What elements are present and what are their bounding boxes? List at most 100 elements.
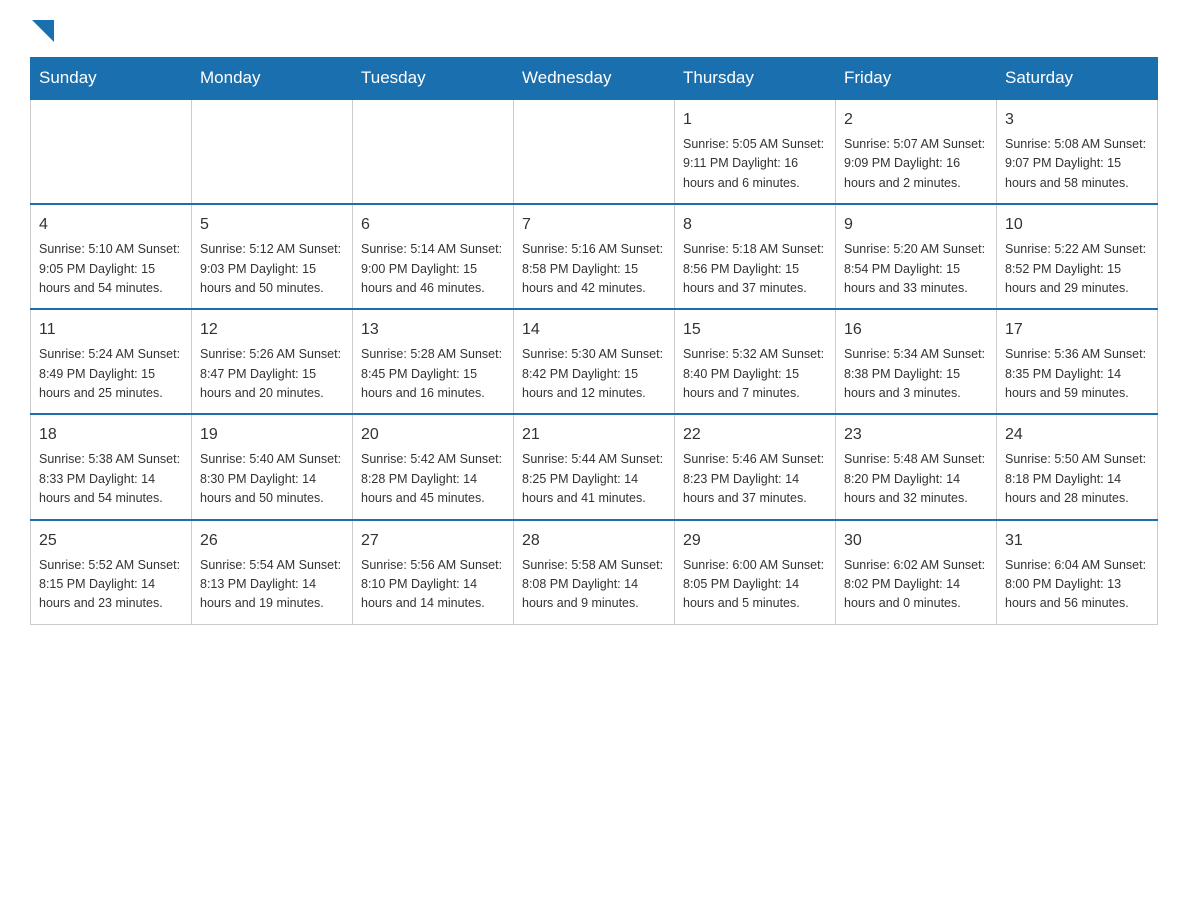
calendar-cell: 22 Sunrise: 5:46 AM Sunset: 8:23 PM Dayli… (675, 414, 836, 519)
day-info: Sunrise: 5:32 AM Sunset: 8:40 PM Dayligh… (683, 345, 827, 403)
day-number: 27 (361, 529, 505, 553)
column-header-thursday: Thursday (675, 58, 836, 100)
day-info: Sunrise: 5:44 AM Sunset: 8:25 PM Dayligh… (522, 450, 666, 508)
day-number: 7 (522, 213, 666, 237)
calendar-cell (353, 99, 514, 204)
day-number: 2 (844, 108, 988, 132)
calendar-cell: 8 Sunrise: 5:18 AM Sunset: 8:56 PM Daylig… (675, 204, 836, 309)
calendar-cell: 23Sunrise: 5:48 AM Sunset: 8:20 PM Dayli… (836, 414, 997, 519)
day-number: 3 (1005, 108, 1149, 132)
calendar-cell: 6Sunrise: 5:14 AM Sunset: 9:00 PM Daylig… (353, 204, 514, 309)
calendar-cell: 10 Sunrise: 5:22 AM Sunset: 8:52 PM Dayli… (997, 204, 1158, 309)
day-number: 1 (683, 108, 827, 132)
day-number: 28 (522, 529, 666, 553)
day-info: Sunrise: 5:50 AM Sunset: 8:18 PM Dayligh… (1005, 450, 1149, 508)
calendar-cell (192, 99, 353, 204)
day-info: Sunrise: 5:05 AM Sunset: 9:11 PM Dayligh… (683, 135, 827, 193)
calendar-cell (31, 99, 192, 204)
calendar-cell: 21 Sunrise: 5:44 AM Sunset: 8:25 PM Dayli… (514, 414, 675, 519)
day-info: Sunrise: 5:24 AM Sunset: 8:49 PM Dayligh… (39, 345, 183, 403)
day-info: Sunrise: 5:58 AM Sunset: 8:08 PM Dayligh… (522, 556, 666, 614)
calendar-cell: 29 Sunrise: 6:00 AM Sunset: 8:05 PM Dayli… (675, 520, 836, 625)
column-header-friday: Friday (836, 58, 997, 100)
day-info: Sunrise: 5:20 AM Sunset: 8:54 PM Dayligh… (844, 240, 988, 298)
calendar-cell: 26 Sunrise: 5:54 AM Sunset: 8:13 PM Dayli… (192, 520, 353, 625)
calendar-week-row: 4 Sunrise: 5:10 AM Sunset: 9:05 PM Daylig… (31, 204, 1158, 309)
day-number: 5 (200, 213, 344, 237)
day-info: Sunrise: 5:18 AM Sunset: 8:56 PM Dayligh… (683, 240, 827, 298)
column-header-wednesday: Wednesday (514, 58, 675, 100)
calendar-week-row: 1 Sunrise: 5:05 AM Sunset: 9:11 PM Daylig… (31, 99, 1158, 204)
day-number: 4 (39, 213, 183, 237)
calendar-cell: 27 Sunrise: 5:56 AM Sunset: 8:10 PM Dayli… (353, 520, 514, 625)
day-info: Sunrise: 6:04 AM Sunset: 8:00 PM Dayligh… (1005, 556, 1149, 614)
column-header-saturday: Saturday (997, 58, 1158, 100)
day-number: 18 (39, 423, 183, 447)
calendar-week-row: 11 Sunrise: 5:24 AM Sunset: 8:49 PM Dayli… (31, 309, 1158, 414)
day-info: Sunrise: 5:14 AM Sunset: 9:00 PM Dayligh… (361, 240, 505, 298)
day-info: Sunrise: 5:34 AM Sunset: 8:38 PM Dayligh… (844, 345, 988, 403)
day-number: 29 (683, 529, 827, 553)
day-info: Sunrise: 5:52 AM Sunset: 8:15 PM Dayligh… (39, 556, 183, 614)
day-number: 11 (39, 318, 183, 342)
calendar-cell: 2 Sunrise: 5:07 AM Sunset: 9:09 PM Daylig… (836, 99, 997, 204)
calendar-cell: 14 Sunrise: 5:30 AM Sunset: 8:42 PM Dayli… (514, 309, 675, 414)
calendar-cell: 7 Sunrise: 5:16 AM Sunset: 8:58 PM Daylig… (514, 204, 675, 309)
calendar-cell (514, 99, 675, 204)
day-info: Sunrise: 5:16 AM Sunset: 8:58 PM Dayligh… (522, 240, 666, 298)
calendar-cell: 13 Sunrise: 5:28 AM Sunset: 8:45 PM Dayli… (353, 309, 514, 414)
calendar-cell: 9 Sunrise: 5:20 AM Sunset: 8:54 PM Daylig… (836, 204, 997, 309)
logo-triangle-icon (32, 20, 54, 42)
calendar-cell: 24 Sunrise: 5:50 AM Sunset: 8:18 PM Dayli… (997, 414, 1158, 519)
day-number: 25 (39, 529, 183, 553)
calendar-cell: 5Sunrise: 5:12 AM Sunset: 9:03 PM Daylig… (192, 204, 353, 309)
day-number: 24 (1005, 423, 1149, 447)
day-number: 20 (361, 423, 505, 447)
day-number: 10 (1005, 213, 1149, 237)
column-header-sunday: Sunday (31, 58, 192, 100)
calendar-cell: 12Sunrise: 5:26 AM Sunset: 8:47 PM Dayli… (192, 309, 353, 414)
calendar-cell: 1 Sunrise: 5:05 AM Sunset: 9:11 PM Daylig… (675, 99, 836, 204)
calendar-table: SundayMondayTuesdayWednesdayThursdayFrid… (30, 57, 1158, 625)
calendar-cell: 17Sunrise: 5:36 AM Sunset: 8:35 PM Dayli… (997, 309, 1158, 414)
calendar-cell: 18 Sunrise: 5:38 AM Sunset: 8:33 PM Dayli… (31, 414, 192, 519)
calendar-cell: 30 Sunrise: 6:02 AM Sunset: 8:02 PM Dayli… (836, 520, 997, 625)
day-info: Sunrise: 5:56 AM Sunset: 8:10 PM Dayligh… (361, 556, 505, 614)
day-number: 16 (844, 318, 988, 342)
calendar-cell: 25 Sunrise: 5:52 AM Sunset: 8:15 PM Dayli… (31, 520, 192, 625)
day-info: Sunrise: 5:30 AM Sunset: 8:42 PM Dayligh… (522, 345, 666, 403)
column-header-monday: Monday (192, 58, 353, 100)
day-info: Sunrise: 6:00 AM Sunset: 8:05 PM Dayligh… (683, 556, 827, 614)
logo (30, 20, 54, 47)
calendar-header-row: SundayMondayTuesdayWednesdayThursdayFrid… (31, 58, 1158, 100)
column-header-tuesday: Tuesday (353, 58, 514, 100)
day-info: Sunrise: 5:08 AM Sunset: 9:07 PM Dayligh… (1005, 135, 1149, 193)
calendar-cell: 16 Sunrise: 5:34 AM Sunset: 8:38 PM Dayli… (836, 309, 997, 414)
calendar-week-row: 25 Sunrise: 5:52 AM Sunset: 8:15 PM Dayli… (31, 520, 1158, 625)
calendar-cell: 28 Sunrise: 5:58 AM Sunset: 8:08 PM Dayli… (514, 520, 675, 625)
calendar-week-row: 18 Sunrise: 5:38 AM Sunset: 8:33 PM Dayli… (31, 414, 1158, 519)
calendar-cell: 20Sunrise: 5:42 AM Sunset: 8:28 PM Dayli… (353, 414, 514, 519)
day-number: 23 (844, 423, 988, 447)
day-number: 31 (1005, 529, 1149, 553)
day-info: Sunrise: 5:54 AM Sunset: 8:13 PM Dayligh… (200, 556, 344, 614)
day-number: 13 (361, 318, 505, 342)
day-number: 22 (683, 423, 827, 447)
day-number: 17 (1005, 318, 1149, 342)
day-number: 9 (844, 213, 988, 237)
day-info: Sunrise: 5:28 AM Sunset: 8:45 PM Dayligh… (361, 345, 505, 403)
day-info: Sunrise: 5:38 AM Sunset: 8:33 PM Dayligh… (39, 450, 183, 508)
day-number: 14 (522, 318, 666, 342)
day-number: 26 (200, 529, 344, 553)
day-info: Sunrise: 5:07 AM Sunset: 9:09 PM Dayligh… (844, 135, 988, 193)
calendar-cell: 31 Sunrise: 6:04 AM Sunset: 8:00 PM Dayli… (997, 520, 1158, 625)
calendar-cell: 3 Sunrise: 5:08 AM Sunset: 9:07 PM Daylig… (997, 99, 1158, 204)
day-number: 21 (522, 423, 666, 447)
day-number: 8 (683, 213, 827, 237)
day-info: Sunrise: 5:22 AM Sunset: 8:52 PM Dayligh… (1005, 240, 1149, 298)
day-info: Sunrise: 5:46 AM Sunset: 8:23 PM Dayligh… (683, 450, 827, 508)
day-number: 30 (844, 529, 988, 553)
calendar-cell: 19Sunrise: 5:40 AM Sunset: 8:30 PM Dayli… (192, 414, 353, 519)
day-info: Sunrise: 6:02 AM Sunset: 8:02 PM Dayligh… (844, 556, 988, 614)
day-info: Sunrise: 5:10 AM Sunset: 9:05 PM Dayligh… (39, 240, 183, 298)
